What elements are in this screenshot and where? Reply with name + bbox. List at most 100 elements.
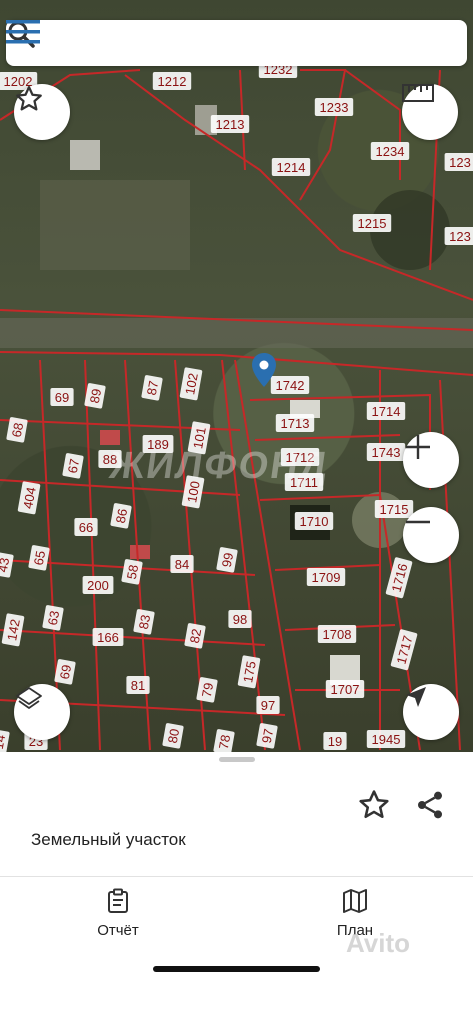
svg-text:1742: 1742 (276, 378, 305, 393)
svg-text:1710: 1710 (300, 514, 329, 529)
svg-text:1215: 1215 (358, 216, 387, 231)
svg-text:89: 89 (87, 387, 104, 404)
parcel-label[interactable]: 81 (126, 676, 150, 694)
parcel-label[interactable]: 404 (17, 481, 41, 515)
divider (0, 876, 473, 877)
parcel-label[interactable]: 1713 (275, 414, 315, 432)
parcel-label[interactable]: 66 (74, 518, 98, 536)
layers-button[interactable] (14, 684, 70, 740)
parcel-label[interactable]: 123 (444, 227, 473, 245)
parcel-label[interactable]: 82 (184, 623, 206, 649)
parcel-label[interactable]: 1945 (366, 730, 406, 748)
parcel-label[interactable]: 200 (82, 576, 114, 594)
svg-text:123: 123 (449, 155, 471, 170)
svg-text:69: 69 (55, 390, 69, 405)
svg-text:83: 83 (136, 613, 153, 630)
parcel-label[interactable]: 98 (228, 610, 252, 628)
svg-text:1213: 1213 (216, 117, 245, 132)
parcel-label[interactable]: 1709 (306, 568, 346, 586)
svg-text:19: 19 (328, 734, 342, 749)
svg-text:99: 99 (219, 551, 236, 568)
parcel-label[interactable]: 99 (216, 547, 238, 573)
parcel-label[interactable]: 142 (1, 613, 25, 647)
parcel-label[interactable]: 1212 (152, 72, 192, 90)
parcel-label[interactable]: 80 (162, 723, 184, 749)
star-icon[interactable] (357, 788, 391, 822)
tab-report[interactable]: Отчёт (68, 888, 168, 939)
parcel-label[interactable]: 1707 (325, 680, 365, 698)
svg-text:69: 69 (57, 663, 74, 680)
parcel-label[interactable]: 19 (323, 732, 347, 750)
parcel-label[interactable]: 1213 (210, 115, 250, 133)
avito-watermark: Avito (346, 928, 411, 958)
parcel-label[interactable]: 97 (256, 696, 280, 714)
watermark: ЖИЛФОНД (107, 445, 332, 487)
parcel-label[interactable]: 43 (0, 552, 14, 578)
parcel-label[interactable]: 69 (50, 388, 74, 406)
svg-text:58: 58 (124, 563, 141, 580)
favorite-map-button[interactable] (14, 84, 70, 140)
parcel-label[interactable]: 1714 (366, 402, 406, 420)
ruler-icon (402, 84, 434, 102)
parcel-label[interactable]: 1215 (352, 214, 392, 232)
svg-text:79: 79 (199, 681, 216, 698)
parcel-label[interactable]: 1214 (271, 158, 311, 176)
my-location-button[interactable] (403, 684, 459, 740)
svg-text:1945: 1945 (372, 732, 401, 747)
parcel-label[interactable]: 1717 (390, 629, 418, 671)
parcel-label[interactable]: 63 (42, 605, 64, 631)
search-bar[interactable] (6, 20, 467, 66)
zoom-in-button[interactable] (403, 432, 459, 488)
location-pin-icon[interactable] (251, 352, 277, 388)
layers-menu-icon[interactable] (6, 20, 40, 44)
parcel-label[interactable]: 175 (237, 655, 261, 689)
star-icon (16, 86, 42, 111)
cadastral-map[interactable]: 1202 1212 1232 1233 1213 1214 1234 123 1215 123 17… (0, 0, 473, 752)
svg-text:1233: 1233 (320, 100, 349, 115)
parcel-label[interactable]: 123 (444, 153, 473, 171)
svg-text:97: 97 (261, 698, 275, 713)
parcel-label[interactable]: 87 (141, 375, 163, 401)
svg-text:1212: 1212 (158, 74, 187, 89)
parcel-label[interactable]: 97 (256, 723, 278, 749)
parcel-label[interactable]: 84 (170, 555, 194, 573)
svg-text:123: 123 (449, 229, 471, 244)
svg-text:86: 86 (113, 507, 130, 524)
svg-text:78: 78 (216, 733, 233, 750)
parcel-label[interactable]: 68 (6, 417, 28, 443)
parcel-label[interactable]: 14 (0, 729, 10, 752)
parcel-label[interactable]: 102 (179, 367, 203, 401)
parcel-label[interactable]: 78 (213, 729, 235, 752)
parcel-label[interactable]: 89 (84, 383, 106, 409)
parcel-label[interactable]: 65 (28, 545, 50, 571)
svg-text:1234: 1234 (376, 144, 405, 159)
svg-text:81: 81 (131, 678, 145, 693)
parcel-label[interactable]: 1743 (366, 443, 406, 461)
parcel-label[interactable]: 86 (110, 503, 132, 529)
parcel-label[interactable]: 69 (54, 659, 76, 685)
parcel-label[interactable]: 1234 (370, 142, 410, 160)
parcel-label[interactable]: 1710 (294, 512, 334, 530)
svg-text:68: 68 (9, 421, 26, 438)
zoom-out-button[interactable] (403, 507, 459, 563)
share-icon[interactable] (414, 788, 446, 822)
parcel-label[interactable]: 67 (62, 453, 84, 479)
parcel-label[interactable]: 1233 (314, 98, 354, 116)
minus-icon (406, 520, 430, 524)
svg-text:97: 97 (259, 727, 276, 744)
layers-icon (16, 687, 42, 709)
parcel-label[interactable]: 1716 (385, 557, 413, 599)
svg-text:63: 63 (45, 609, 62, 626)
sheet-handle[interactable] (219, 757, 255, 762)
svg-text:1716: 1716 (389, 562, 411, 594)
parcel-label[interactable]: 79 (196, 677, 218, 703)
parcel-label[interactable]: 1708 (317, 625, 357, 643)
svg-text:66: 66 (79, 520, 93, 535)
parcel-label[interactable]: 83 (133, 609, 155, 635)
tab-report-label: Отчёт (97, 922, 139, 939)
parcel-label[interactable]: 58 (121, 559, 143, 585)
ruler-button[interactable] (402, 84, 458, 140)
navigation-arrow-icon (406, 687, 426, 707)
svg-text:1743: 1743 (372, 445, 401, 460)
parcel-label[interactable]: 166 (92, 628, 124, 646)
